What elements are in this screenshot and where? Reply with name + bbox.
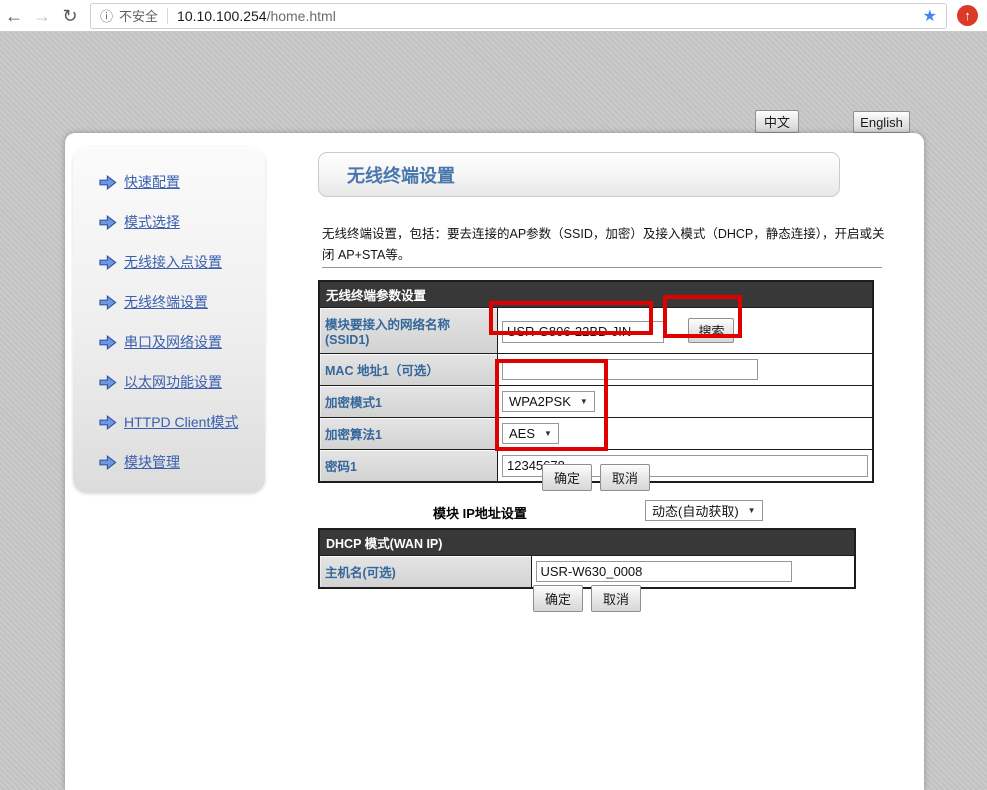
content-panel: 快速配置 模式选择 xyxy=(65,133,924,790)
cancel-button[interactable]: 取消 xyxy=(591,585,641,612)
sidebar-item[interactable]: 以太网功能设置 xyxy=(99,362,265,402)
sidebar-item[interactable]: 模式选择 xyxy=(99,202,265,242)
dropdown-arrow-icon: ▼ xyxy=(580,397,588,406)
search-button[interactable]: 搜索 xyxy=(688,318,734,343)
url-path: /home.html xyxy=(267,8,336,24)
sidebar-item-label[interactable]: HTTPD Client模式 xyxy=(124,412,238,432)
sidebar-item-label[interactable]: 快速配置 xyxy=(124,172,180,192)
encryption-mode-value: WPA2PSK xyxy=(509,394,571,409)
mac-label: MAC 地址1（可选） xyxy=(319,354,498,386)
page-background: 中文 English 快速配置 xyxy=(0,32,987,790)
ip-mode-value: 动态(自动获取) xyxy=(652,501,739,520)
address-bar[interactable]: ⓘ 不安全 10.10.100.254 /home.html ★ xyxy=(90,3,947,29)
sidebar-item[interactable]: 串口及网络设置 xyxy=(99,322,265,362)
forward-icon[interactable]: → xyxy=(28,1,56,31)
sidebar-item-label[interactable]: 无线接入点设置 xyxy=(124,252,222,272)
encryption-algorithm-label: 加密算法1 xyxy=(319,418,498,450)
module-ip-setting-label: 模块 IP地址设置 xyxy=(433,503,527,522)
arrow-right-icon xyxy=(99,375,117,390)
dropdown-arrow-icon: ▼ xyxy=(544,429,552,438)
chinese-language-button[interactable]: 中文 xyxy=(755,110,799,133)
sidebar-menu: 快速配置 模式选择 xyxy=(73,147,265,482)
table-row: 模块要接入的网络名称(SSID1) 搜索 xyxy=(319,308,873,354)
divider xyxy=(322,267,882,268)
sidebar-item[interactable]: HTTPD Client模式 xyxy=(99,402,265,442)
table-row: 主机名(可选) xyxy=(319,556,855,589)
hostname-input[interactable] xyxy=(536,561,792,582)
dhcp-table-header: DHCP 模式(WAN IP) xyxy=(319,529,855,556)
sidebar: 快速配置 模式选择 xyxy=(73,147,265,493)
english-language-button[interactable]: English xyxy=(853,111,910,133)
description-line-1: 无线终端设置，包括：要去连接的AP参数（SSID，加密）及接入模式（DHCP，静… xyxy=(322,224,884,245)
ok-button[interactable]: 确定 xyxy=(533,585,583,612)
arrow-right-icon xyxy=(99,415,117,430)
ok-button[interactable]: 确定 xyxy=(542,464,592,491)
sta-settings-table: 无线终端参数设置 模块要接入的网络名称(SSID1) 搜索 MAC 地址1（可选… xyxy=(318,280,874,483)
arrow-right-icon xyxy=(99,335,117,350)
info-icon[interactable]: ⓘ xyxy=(100,6,113,25)
sidebar-item-label[interactable]: 模块管理 xyxy=(124,452,180,472)
url-host: 10.10.100.254 xyxy=(177,8,267,24)
page-title: 无线终端设置 xyxy=(347,162,455,188)
encryption-algorithm-select[interactable]: AES ▼ xyxy=(502,423,559,444)
dhcp-buttons-row: 确定 取消 xyxy=(318,585,856,612)
arrow-right-icon xyxy=(99,175,117,190)
arrow-right-icon xyxy=(99,255,117,270)
browser-toolbar: ← → ↻ ⓘ 不安全 10.10.100.254 /home.html ★ ↑ xyxy=(0,0,987,32)
description-line-2: 闭 AP+STA等。 xyxy=(322,245,884,266)
sidebar-item[interactable]: 模块管理 xyxy=(99,442,265,482)
table-row: 加密模式1 WPA2PSK ▼ xyxy=(319,386,873,418)
mac-input[interactable] xyxy=(502,359,758,380)
reload-icon[interactable]: ↻ xyxy=(56,1,84,31)
back-icon[interactable]: ← xyxy=(0,1,28,31)
table-row: 加密算法1 AES ▼ xyxy=(319,418,873,450)
ssid-label: 模块要接入的网络名称(SSID1) xyxy=(319,308,498,354)
encryption-algorithm-value: AES xyxy=(509,426,535,441)
page-description: 无线终端设置，包括：要去连接的AP参数（SSID，加密）及接入模式（DHCP，静… xyxy=(322,224,884,265)
cancel-button[interactable]: 取消 xyxy=(600,464,650,491)
bookmark-star-icon[interactable]: ★ xyxy=(923,6,937,26)
dropdown-arrow-icon: ▼ xyxy=(748,506,756,515)
arrow-right-icon xyxy=(99,295,117,310)
ssid-input[interactable] xyxy=(502,321,664,343)
ip-mode-select[interactable]: 动态(自动获取) ▼ xyxy=(645,500,763,521)
address-separator xyxy=(167,8,168,24)
encryption-mode-label: 加密模式1 xyxy=(319,386,498,418)
sidebar-item[interactable]: 无线终端设置 xyxy=(99,282,265,322)
sidebar-item-label[interactable]: 无线终端设置 xyxy=(124,292,208,312)
sidebar-item[interactable]: 快速配置 xyxy=(99,162,265,202)
sidebar-item-label[interactable]: 模式选择 xyxy=(124,212,180,232)
sta-table-header: 无线终端参数设置 xyxy=(319,281,873,308)
dhcp-settings-table: DHCP 模式(WAN IP) 主机名(可选) xyxy=(318,528,856,589)
sidebar-item[interactable]: 无线接入点设置 xyxy=(99,242,265,282)
sta-buttons-row: 确定 取消 xyxy=(318,464,874,491)
security-label: 不安全 xyxy=(119,6,158,25)
sidebar-item-label[interactable]: 以太网功能设置 xyxy=(124,372,222,392)
arrow-right-icon xyxy=(99,455,117,470)
sidebar-item-label[interactable]: 串口及网络设置 xyxy=(124,332,222,352)
hostname-label: 主机名(可选) xyxy=(319,556,531,589)
title-panel: 无线终端设置 xyxy=(318,152,840,197)
encryption-mode-select[interactable]: WPA2PSK ▼ xyxy=(502,391,595,412)
arrow-right-icon xyxy=(99,215,117,230)
extension-icon[interactable]: ↑ xyxy=(957,5,978,26)
table-row: MAC 地址1（可选） xyxy=(319,354,873,386)
